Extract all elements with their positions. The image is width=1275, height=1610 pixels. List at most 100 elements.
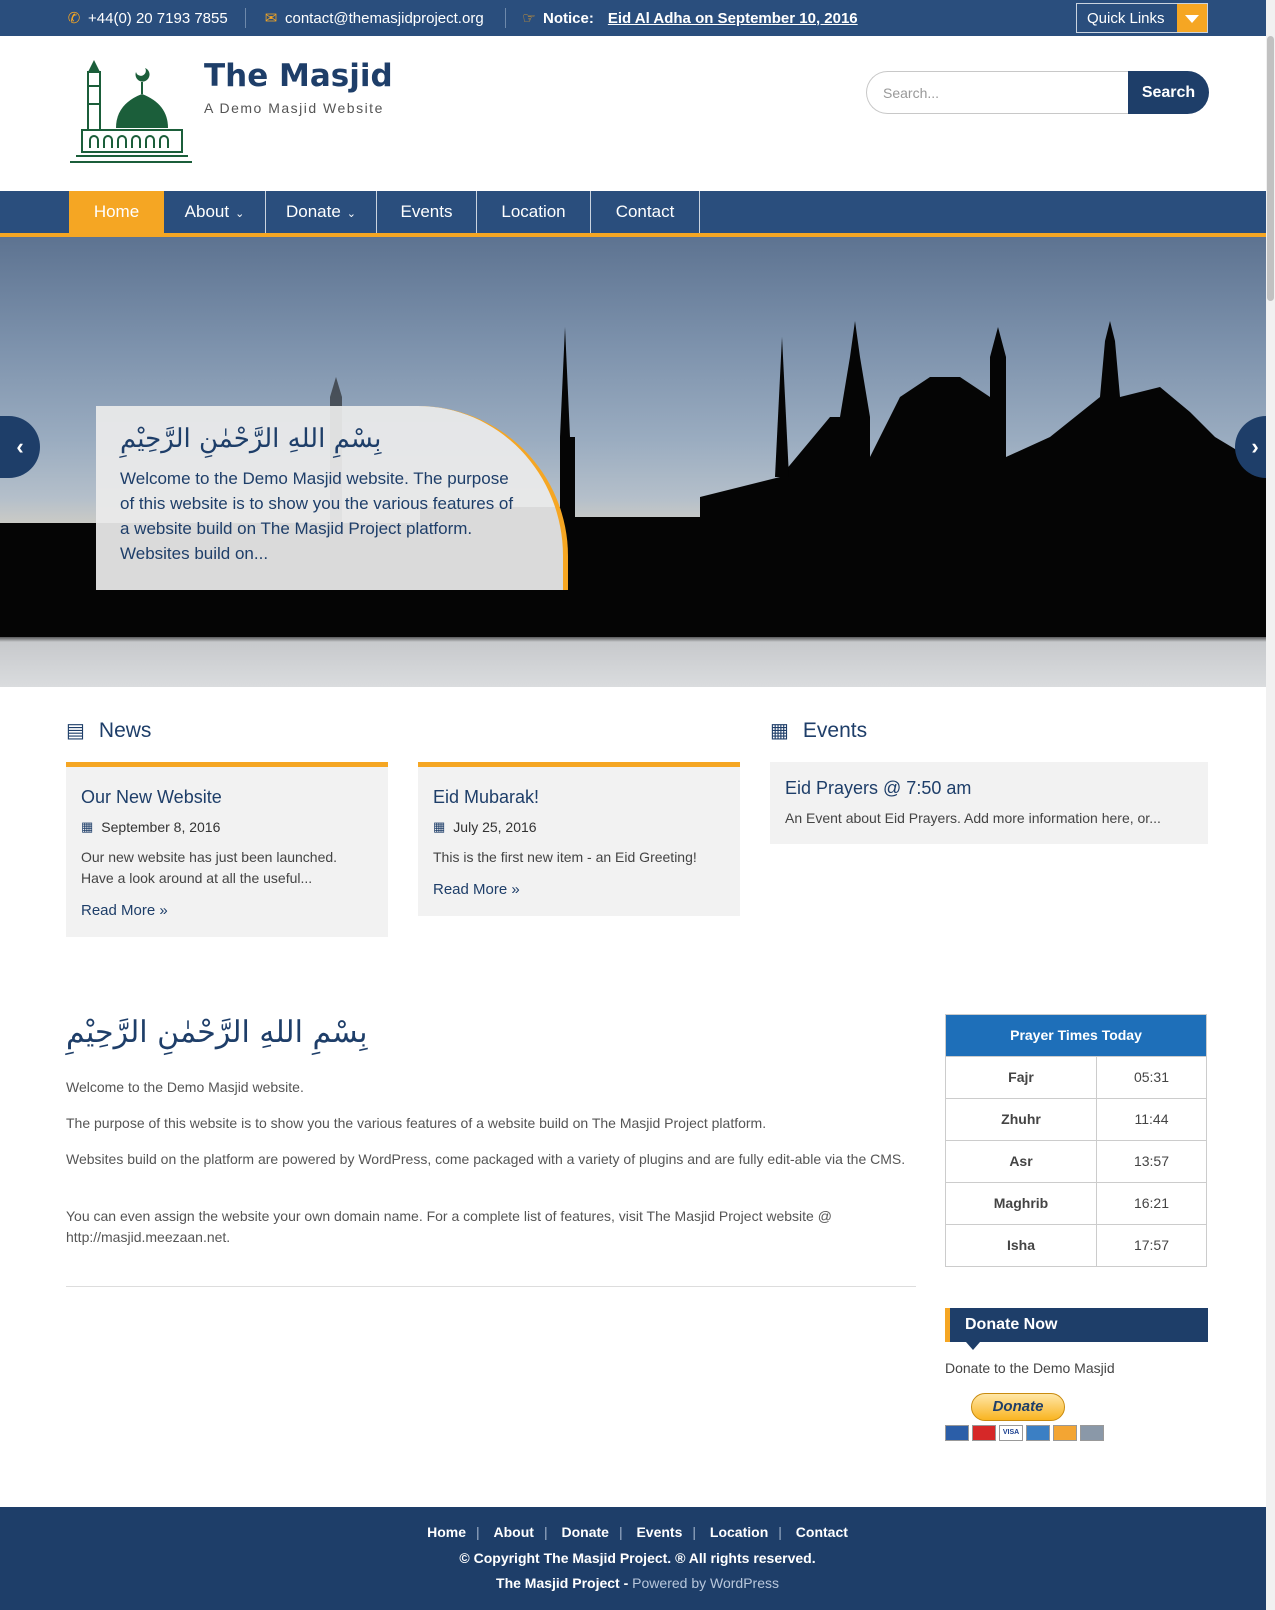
nav-item-home[interactable]: Home	[69, 191, 164, 233]
powered-by-wordpress[interactable]: Powered by WordPress	[632, 1575, 779, 1591]
read-more-link[interactable]: Read More »	[433, 881, 520, 898]
notice-link[interactable]: Eid Al Adha on September 10, 2016	[608, 10, 858, 27]
quick-links-label: Quick Links	[1087, 10, 1165, 27]
search-input[interactable]: Search...	[866, 71, 1128, 114]
news-date-text: September 8, 2016	[101, 819, 221, 835]
divider: |	[618, 1524, 623, 1540]
content-paragraph: You can even assign the website your own…	[66, 1208, 832, 1245]
nav-label: About	[184, 202, 230, 221]
top-bar: ✆ +44(0) 20 7193 7855 ✉ contact@themasji…	[0, 0, 1275, 36]
nav-label: Home	[93, 202, 140, 221]
nav-item-about[interactable]: About ⌄	[164, 191, 266, 233]
email-address: contact@themasjidproject.org	[285, 9, 484, 27]
hero-slider: بِسْمِ اللهِ الرَّحْمٰنِ الرَّحِيْمِ Wel…	[0, 237, 1275, 687]
prayer-name: Asr	[946, 1141, 1097, 1182]
prayer-time: 16:21	[1133, 1195, 1170, 1211]
discover-icon	[1053, 1425, 1077, 1441]
footer-link-contact[interactable]: Contact	[786, 1524, 858, 1540]
notice-label: Notice:	[543, 9, 594, 27]
copyright-text: © Copyright The Masjid Project. ® All ri…	[459, 1550, 816, 1566]
amex-icon	[1026, 1425, 1050, 1441]
divider	[245, 8, 246, 28]
chevron-right-icon: ›	[1251, 434, 1259, 459]
content-divider	[66, 1286, 916, 1287]
nav-label: Contact	[615, 202, 675, 221]
footer: Home | About | Donate | Events | Location | C…	[0, 1507, 1275, 1610]
site-title[interactable]: The Masjid	[204, 58, 393, 94]
nav-item-contact[interactable]: Contact	[591, 191, 700, 233]
scrollbar-thumb[interactable]	[1267, 36, 1274, 301]
event-card[interactable]: Eid Prayers @ 7:50 am An Event about Eid…	[770, 762, 1208, 844]
prayer-time: 05:31	[1133, 1069, 1170, 1085]
hero-caption: بِسْمِ اللهِ الرَّحْمٰنِ الرَّحِيْمِ Wel…	[96, 406, 568, 590]
nav-item-location[interactable]: Location	[477, 191, 591, 233]
news-title[interactable]: Eid Mubarak!	[433, 787, 539, 808]
bismillah-heading: بِسْمِ اللهِ الرَّحْمٰنِ الرَّحِيْمِ	[66, 1015, 368, 1050]
read-more-link[interactable]: Read More »	[81, 902, 168, 919]
hand-pointing-icon: ☞	[522, 10, 536, 27]
masjid-logo[interactable]	[66, 56, 194, 168]
powered-separator: -	[619, 1575, 633, 1591]
prayer-row: Maghrib 16:21	[946, 1182, 1206, 1224]
prayer-name: Fajr	[946, 1057, 1097, 1098]
nav-item-events[interactable]: Events	[377, 191, 477, 233]
news-card[interactable]: Our New Website ▦ September 8, 2016 Our …	[66, 762, 388, 937]
news-title[interactable]: Our New Website	[81, 787, 222, 808]
email-contact[interactable]: ✉ contact@themasjidproject.org	[263, 9, 484, 28]
phone-contact[interactable]: ✆ +44(0) 20 7193 7855	[66, 9, 228, 28]
footer-link-home[interactable]: Home	[417, 1524, 476, 1540]
chevron-down-icon: ⌄	[346, 208, 357, 220]
footer-link-donate[interactable]: Donate	[551, 1524, 618, 1540]
prayer-row: Zhuhr 11:44	[946, 1098, 1206, 1140]
chevron-down-icon: ⌄	[235, 208, 245, 220]
prayer-times-heading: Prayer Times Today	[946, 1015, 1206, 1056]
powered-brand[interactable]: The Masjid Project	[496, 1575, 620, 1591]
nav-label: Donate	[285, 202, 341, 221]
search-button[interactable]: Search	[1128, 71, 1209, 114]
nav-item-donate[interactable]: Donate ⌄	[266, 191, 377, 233]
prayer-times-table: Prayer Times Today Fajr 05:31 Zhuhr 11:44 …	[945, 1014, 1207, 1267]
footer-link-location[interactable]: Location	[700, 1524, 778, 1540]
divider	[505, 8, 506, 28]
news-excerpt: This is the first new item - an Eid Gree…	[433, 849, 697, 865]
news-date-text: July 25, 2016	[453, 819, 537, 835]
divider: |	[692, 1524, 697, 1540]
events-heading: ▦ Events	[770, 718, 867, 743]
main-nav: Home About ⌄ Donate ⌄ Events Location Cont…	[0, 191, 1275, 237]
prayer-time: 13:57	[1133, 1153, 1170, 1169]
quick-links-dropdown[interactable]: Quick Links	[1076, 3, 1208, 33]
divider: |	[475, 1524, 480, 1540]
footer-link-about[interactable]: About	[484, 1524, 544, 1540]
payment-cards: VISA	[945, 1425, 1104, 1441]
calendar-icon: ▦	[770, 720, 789, 742]
footer-link-events[interactable]: Events	[626, 1524, 692, 1540]
hero-excerpt[interactable]: Welcome to the Demo Masjid website. The …	[120, 466, 520, 566]
news-card[interactable]: Eid Mubarak! ▦ July 25, 2016 This is the…	[418, 762, 740, 916]
envelope-icon: ✉	[264, 10, 278, 27]
prayer-name: Maghrib	[946, 1183, 1097, 1224]
donate-text: Donate to the Demo Masjid	[945, 1360, 1115, 1376]
prayer-name: Zhuhr	[946, 1099, 1097, 1140]
powered-by: The Masjid Project - Powered by WordPres…	[0, 1575, 1275, 1591]
nav-label: Location	[501, 202, 566, 221]
content-paragraph: Websites build on the platform are power…	[66, 1151, 906, 1167]
paypal-donate-button[interactable]: Donate	[971, 1393, 1065, 1421]
caret-down-icon[interactable]	[1177, 4, 1207, 32]
newspaper-icon: ▤	[66, 720, 85, 742]
content-paragraph: Welcome to the Demo Masjid website.	[66, 1079, 304, 1095]
news-date: ▦ September 8, 2016	[81, 819, 220, 835]
calendar-icon: ▦	[433, 819, 446, 834]
phone-icon: ✆	[67, 10, 81, 27]
news-date: ▦ July 25, 2016	[433, 819, 537, 835]
event-title[interactable]: Eid Prayers @ 7:50 am	[785, 778, 971, 799]
visa-icon: VISA	[999, 1425, 1023, 1441]
prayer-name: Isha	[946, 1225, 1097, 1266]
scrollbar[interactable]	[1266, 0, 1275, 1610]
nav-label: Events	[400, 202, 453, 221]
divider: |	[778, 1524, 782, 1540]
news-heading: ▤ News	[66, 718, 151, 743]
news-heading-label: News	[98, 718, 152, 742]
events-heading-label: Events	[802, 718, 868, 742]
event-excerpt: An Event about Eid Prayers. Add more inf…	[785, 810, 1161, 826]
chevron-left-icon: ‹	[16, 434, 24, 459]
